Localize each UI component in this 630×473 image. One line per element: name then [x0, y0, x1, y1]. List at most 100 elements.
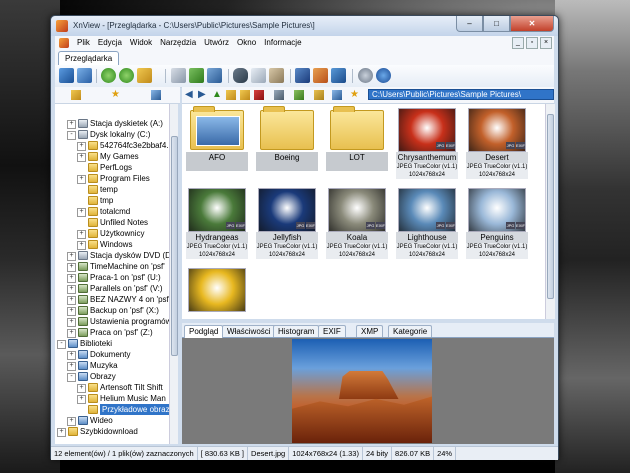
expand-icon[interactable]: + — [77, 175, 86, 184]
menu-edycja[interactable]: Edycja — [94, 38, 126, 47]
expand-icon[interactable]: + — [67, 307, 76, 316]
forward-arrow-icon[interactable]: ▶ — [198, 90, 208, 100]
move-icon[interactable] — [189, 68, 204, 83]
collapse-icon[interactable]: - — [67, 131, 76, 140]
screen-capture-icon[interactable] — [331, 68, 346, 83]
expand-icon[interactable]: + — [77, 153, 86, 162]
fullscreen-icon[interactable] — [77, 68, 92, 83]
tab-przegladarka[interactable]: Przeglądarka — [58, 51, 120, 66]
back-arrow-icon[interactable]: ◀ — [185, 90, 195, 100]
title-bar[interactable]: XnView - [Przeglądarka - C:\Users\Public… — [51, 16, 558, 36]
expand-icon[interactable]: + — [67, 120, 76, 129]
open-folder-icon[interactable] — [240, 90, 250, 100]
expand-icon[interactable]: + — [67, 285, 76, 294]
expand-icon[interactable]: + — [77, 230, 86, 239]
menu-utworz[interactable]: Utwórz — [200, 38, 233, 47]
expand-icon[interactable]: + — [67, 318, 76, 327]
preview-tab[interactable]: Histogram — [273, 325, 320, 337]
menu-plik[interactable]: Plik — [73, 38, 94, 47]
thumbnail-item[interactable]: JPG EXIF Penguins JPEG TrueColor (v1.1) 1024… — [466, 186, 528, 262]
tree-scrollbar-thumb[interactable] — [171, 136, 178, 356]
doc-close-button[interactable]: × — [540, 37, 552, 49]
menu-narzedzia[interactable]: Narzędzia — [156, 38, 200, 47]
categories-icon[interactable] — [151, 90, 161, 100]
menu-okno[interactable]: Okno — [233, 38, 260, 47]
folders-icon[interactable] — [71, 90, 81, 100]
expand-icon[interactable]: + — [67, 252, 76, 261]
preview-tab[interactable]: EXIF — [318, 325, 346, 337]
new-folder-icon[interactable] — [226, 90, 236, 100]
delete-icon[interactable] — [254, 90, 264, 100]
expand-icon[interactable]: + — [67, 296, 76, 305]
collapse-icon[interactable]: - — [57, 340, 66, 349]
thumbnail-item[interactable]: AFO — [186, 106, 248, 182]
browser-icon[interactable] — [59, 68, 74, 83]
expand-icon[interactable]: + — [77, 395, 86, 404]
minimize-button[interactable]: – — [456, 16, 483, 32]
thumbnail-item[interactable]: JPG EXIF Desert JPEG TrueColor (v1.1) 1024x7… — [466, 106, 528, 182]
thumbnail-item[interactable]: JPG EXIF Chrysanthemum JPEG TrueColor (v1.1… — [396, 106, 458, 182]
folder-icon — [88, 229, 98, 238]
filter-icon[interactable] — [314, 90, 324, 100]
thumbnail-scrollbar[interactable] — [545, 104, 555, 319]
rotate-icon[interactable] — [119, 68, 134, 83]
expand-icon[interactable]: + — [67, 329, 76, 338]
preview-tab[interactable]: Właściwości — [222, 325, 276, 337]
expand-icon[interactable]: + — [77, 208, 86, 217]
refresh-icon[interactable] — [101, 68, 116, 83]
gear-icon[interactable] — [358, 68, 373, 83]
sort-icon[interactable] — [294, 90, 304, 100]
preview-tab[interactable]: Kategorie — [388, 325, 433, 337]
network-drive-icon — [78, 317, 88, 326]
thumbnail-dimensions: 1024x768x24 — [198, 252, 236, 258]
preview-tab[interactable]: XMP — [356, 325, 384, 337]
folder-actions-icon[interactable] — [137, 68, 152, 83]
thumbnail-size-icon[interactable] — [332, 90, 342, 100]
thumbnail-info: JPEG TrueColor (v1.1) 1024x768x24 — [466, 163, 528, 179]
tree-item-label: Helium Music Man — [100, 394, 166, 403]
menu-informacje[interactable]: Informacje — [260, 38, 305, 47]
thumbnail-item[interactable]: Boeing — [256, 106, 318, 182]
network-drive-icon — [78, 262, 88, 271]
settings-arrow-icon[interactable] — [207, 68, 222, 83]
doc-minimize-button[interactable]: _ — [512, 37, 524, 49]
binoculars-icon[interactable] — [233, 68, 248, 83]
favorites-star-icon[interactable]: ★ — [111, 90, 121, 100]
thumbnail-item[interactable]: JPG EXIF Hydrangeas JPEG TrueColor (v1.1) 10… — [186, 186, 248, 262]
collapse-icon[interactable]: - — [67, 373, 76, 382]
thumbnail-item[interactable]: JPG EXIF Jellyfish JPEG TrueColor (v1.1) 102… — [256, 186, 318, 262]
maximize-button[interactable]: □ — [483, 16, 510, 32]
expand-icon[interactable]: + — [67, 263, 76, 272]
expand-icon[interactable]: + — [77, 384, 86, 393]
expand-icon[interactable]: + — [67, 351, 76, 360]
folder-icon — [88, 141, 98, 150]
expand-icon[interactable]: + — [67, 274, 76, 283]
doc-restore-button[interactable]: ▫ — [526, 37, 538, 49]
print-icon[interactable] — [251, 68, 266, 83]
info-icon[interactable] — [376, 68, 391, 83]
document-menu-icon[interactable] — [59, 37, 69, 48]
expand-icon[interactable]: + — [77, 241, 86, 250]
favorite-add-star-icon[interactable]: ★ — [350, 90, 360, 100]
thumbnail-item[interactable]: LOT — [326, 106, 388, 182]
close-button[interactable]: ✕ — [510, 16, 554, 32]
status-bits: 24 bity — [363, 447, 393, 460]
convert-icon[interactable] — [313, 68, 328, 83]
scan-icon[interactable] — [269, 68, 284, 83]
expand-icon[interactable]: + — [57, 428, 66, 437]
menu-widok[interactable]: Widok — [126, 38, 156, 47]
thumbnail-item[interactable]: Tulips — [186, 266, 248, 319]
thumbnail-item[interactable]: JPG EXIF Koala JPEG TrueColor (v1.1) 1024x76… — [326, 186, 388, 262]
expand-icon[interactable]: + — [77, 142, 86, 151]
copy-icon[interactable] — [171, 68, 186, 83]
up-arrow-icon[interactable]: ▲ — [212, 90, 222, 100]
expand-icon[interactable]: + — [67, 362, 76, 371]
expand-icon[interactable]: + — [67, 417, 76, 426]
view-mode-icon[interactable] — [274, 90, 284, 100]
thumbnail-item[interactable]: JPG EXIF Lighthouse JPEG TrueColor (v1.1) 10… — [396, 186, 458, 262]
address-field[interactable] — [368, 89, 554, 100]
preview-tab[interactable]: Podgląd — [184, 325, 224, 338]
xnview-app-icon[interactable] — [56, 20, 68, 32]
thumbnail-scrollbar-thumb[interactable] — [547, 114, 554, 299]
slideshow-icon[interactable] — [295, 68, 310, 83]
